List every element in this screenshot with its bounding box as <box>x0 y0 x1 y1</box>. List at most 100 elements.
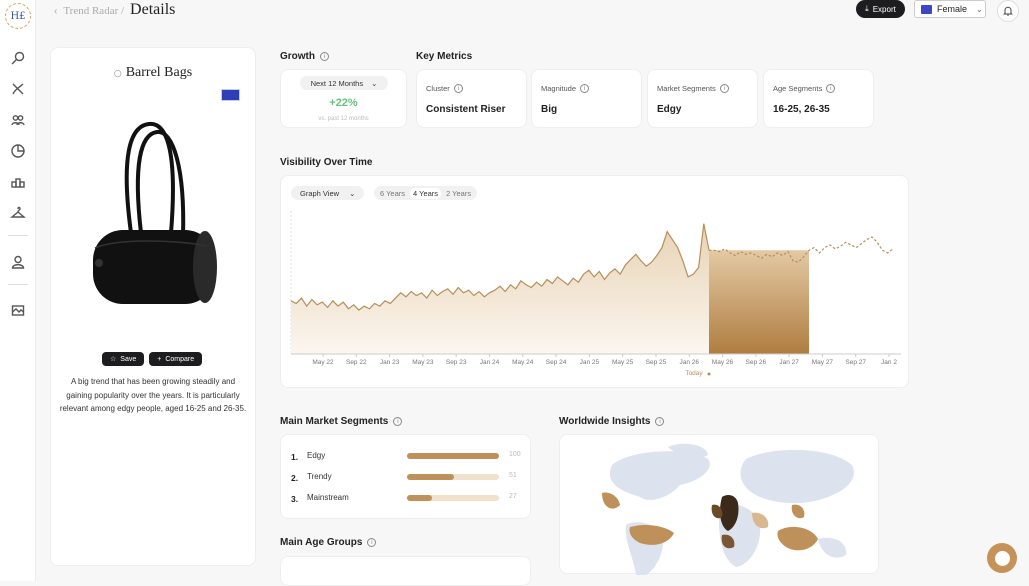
trend-icon[interactable] <box>8 79 28 99</box>
world-title: Worldwide Insights <box>559 416 651 427</box>
today-label: Today <box>685 370 703 377</box>
compare-button[interactable]: + Compare <box>149 352 203 366</box>
x-tick-label: Sep 26 <box>746 359 767 366</box>
star-icon: ☆ <box>110 356 117 363</box>
x-tick-label: Jan 23 <box>380 359 400 366</box>
blocks-icon[interactable] <box>8 172 28 192</box>
visibility-chart: May 22 Sep 22 Jan 23 May 23 Sep 23 Jan 24 May … <box>290 211 901 377</box>
x-tick-label: Jan 26 <box>679 359 699 366</box>
info-icon[interactable]: i <box>393 417 403 426</box>
x-tick-label: May 23 <box>412 359 434 366</box>
segments-card: 1. Edgy 100 2. Trendy 51 3. Mainstream 2… <box>280 434 531 519</box>
people-icon[interactable] <box>8 110 28 130</box>
x-tick-label: Sep 27 <box>845 359 866 366</box>
growth-card: Next 12 Months ⌄ +22% vs. past 12 months <box>280 69 407 128</box>
pie-chart-icon[interactable] <box>8 141 28 161</box>
world-heading: Worldwide Insights i <box>559 416 665 427</box>
visibility-heading: Visibility Over Time <box>280 157 372 168</box>
notifications-button[interactable] <box>997 0 1019 22</box>
export-button[interactable]: ⤓ Export <box>856 0 905 18</box>
x-tick-label: Sep 23 <box>446 359 467 366</box>
segment-bar-fill <box>407 474 454 480</box>
sidebar-divider <box>8 235 28 236</box>
metric-card-age-segments: Age Segments i 16-25, 26-35 <box>763 69 874 128</box>
search-icon: ○ <box>113 69 122 79</box>
x-tick-label: Jan 27 <box>779 359 799 366</box>
segment-name: Edgy <box>307 451 326 460</box>
product-card: ○ Barrel Bags ☆ Save + Compare A big trend … <box>50 47 256 566</box>
catalog-icon[interactable] <box>8 300 28 320</box>
search-icon[interactable] <box>8 48 28 68</box>
chat-icon <box>994 550 1010 566</box>
key-metrics-heading: Key Metrics <box>416 51 472 62</box>
metric-label: Market Segments <box>657 84 716 93</box>
world-map-card <box>559 434 879 575</box>
user-icon[interactable] <box>8 252 28 272</box>
plus-icon: + <box>157 355 162 363</box>
flag-icon <box>921 4 932 14</box>
segment-bar-fill <box>407 495 432 501</box>
globe-icon[interactable] <box>221 89 240 101</box>
x-tick-label: Sep 22 <box>346 359 367 366</box>
segment-bar <box>407 495 499 501</box>
x-tick-label: Jan 25 <box>580 359 600 366</box>
save-button[interactable]: ☆ Save <box>102 352 145 366</box>
x-tick-label: Jan 2 <box>881 359 897 366</box>
visibility-card: Graph View ⌄ 6 Years 4 Years 2 Years May… <box>280 175 909 388</box>
info-icon[interactable]: i <box>367 538 377 547</box>
x-tick-label: Jan 24 <box>480 359 500 366</box>
info-icon[interactable]: i <box>320 52 329 61</box>
forecast-band <box>709 250 809 354</box>
hanger-icon[interactable] <box>8 203 28 223</box>
age-groups-title: Main Age Groups <box>280 537 363 548</box>
key-metrics-title: Key Metrics <box>416 51 473 62</box>
segment-rank: 3. <box>291 494 299 504</box>
x-tick-label: May 22 <box>312 359 334 366</box>
metric-card-cluster: Cluster i Consistent Riser <box>416 69 527 128</box>
metric-label: Magnitude <box>541 84 577 93</box>
metric-card-magnitude: Magnitude i Big <box>531 69 642 128</box>
segment-rank: 2. <box>291 473 299 483</box>
chevron-down-icon: ⌄ <box>976 4 983 14</box>
gender-select[interactable]: Female ⌄ <box>914 0 986 18</box>
segment-row: 2. Trendy 51 <box>291 471 526 485</box>
period-select[interactable]: Next 12 Months ⌄ <box>300 76 388 90</box>
app-logo[interactable]: H£ <box>5 3 31 29</box>
segment-name: Trendy <box>307 472 332 481</box>
visibility-title: Visibility Over Time <box>280 157 373 168</box>
metric-label-row: Magnitude i <box>541 84 590 93</box>
growth-heading: Growth i <box>280 51 329 62</box>
chat-button[interactable] <box>987 543 1017 573</box>
product-description: A big trend that has been growing steadi… <box>59 377 247 413</box>
x-tick-label: May 27 <box>812 359 834 366</box>
segments-heading: Main Market Segments i <box>280 416 403 427</box>
segment-value: 27 <box>509 493 517 500</box>
segment-bar <box>407 453 499 459</box>
x-tick-label: May 24 <box>512 359 534 366</box>
metric-label-row: Age Segments i <box>773 84 836 93</box>
chevron-left-icon[interactable]: ‹ <box>54 6 57 17</box>
segment-bar-fill <box>407 453 499 459</box>
metric-value: 16-25, 26-35 <box>773 104 830 115</box>
segment-name: Mainstream <box>307 493 349 502</box>
info-icon[interactable]: i <box>719 84 729 93</box>
breadcrumb-link[interactable]: Trend Radar / <box>63 5 124 17</box>
metric-label: Cluster <box>426 84 450 93</box>
metric-card-market-segments: Market Segments i Edgy <box>647 69 758 128</box>
info-icon[interactable]: i <box>453 84 463 93</box>
segment-row: 3. Mainstream 27 <box>291 492 526 506</box>
segment-rank: 1. <box>291 452 299 462</box>
age-groups-card <box>280 556 531 586</box>
segments-title: Main Market Segments <box>280 416 389 427</box>
metric-value: Big <box>541 104 558 115</box>
x-tick-label: May 25 <box>612 359 634 366</box>
save-label: Save <box>120 355 137 363</box>
metric-label-row: Cluster i <box>426 84 463 93</box>
today-marker <box>707 372 711 376</box>
info-icon[interactable]: i <box>580 84 590 93</box>
segment-bar <box>407 474 499 480</box>
metric-label-row: Market Segments i <box>657 84 729 93</box>
info-icon[interactable]: i <box>655 417 665 426</box>
info-icon[interactable]: i <box>826 84 836 93</box>
x-tick-label: Sep 25 <box>646 359 667 366</box>
